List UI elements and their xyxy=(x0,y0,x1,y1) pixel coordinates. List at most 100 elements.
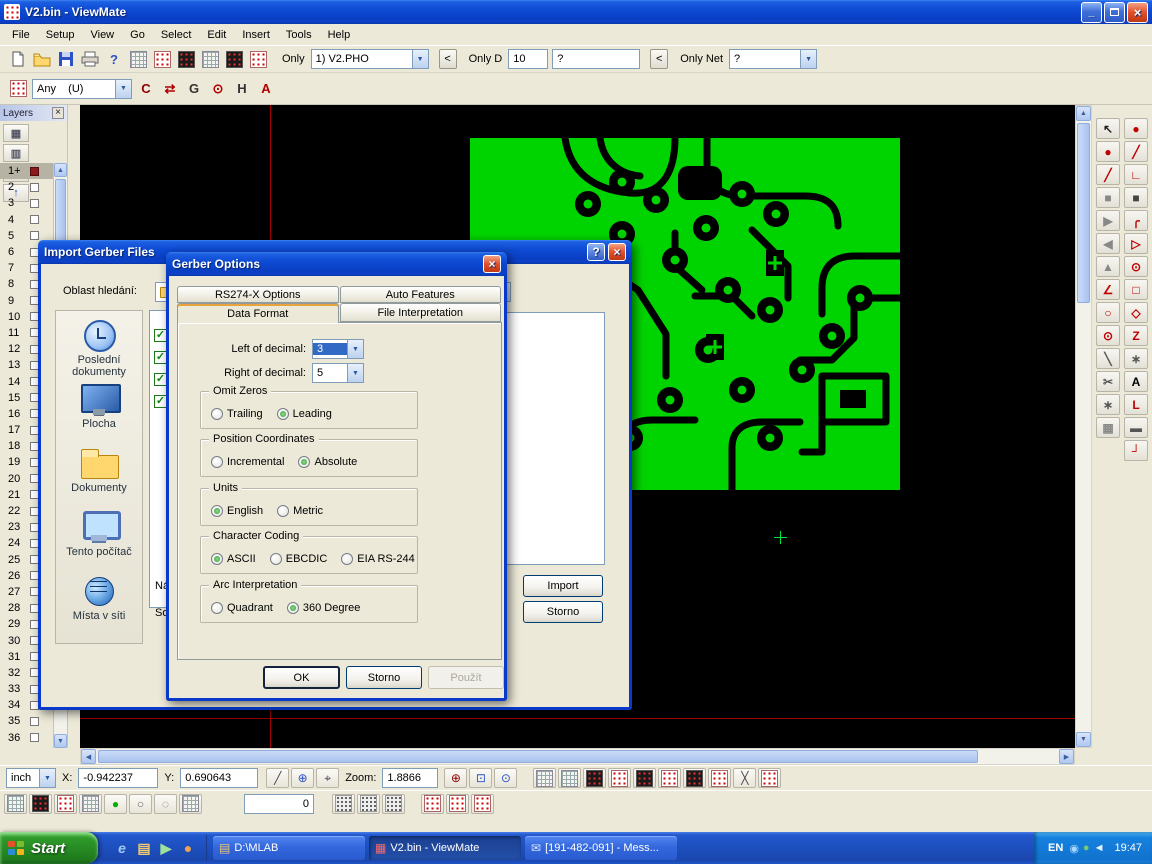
film-compare-3-icon[interactable] xyxy=(633,768,656,788)
start-button[interactable]: Start xyxy=(0,832,98,864)
draw-outline-icon[interactable]: □ xyxy=(1124,279,1148,300)
minimize-button[interactable]: _ xyxy=(1081,2,1102,23)
origin-target-icon[interactable]: ⊕ xyxy=(291,768,314,788)
tab-data-format[interactable]: Data Format xyxy=(177,303,339,323)
place-documents[interactable]: Dokumenty xyxy=(56,439,142,503)
dialog-close-button[interactable]: × xyxy=(483,255,501,273)
dialog-title-bar[interactable]: Gerber Options × xyxy=(166,252,507,276)
menu-go[interactable]: Go xyxy=(122,26,153,44)
layers-scrollbar-thumb[interactable] xyxy=(55,179,66,249)
draw-rect-icon[interactable]: ■ xyxy=(1124,187,1148,208)
cut-tool-icon[interactable]: ✂ xyxy=(1096,371,1120,392)
menu-edit[interactable]: Edit xyxy=(199,26,234,44)
horizontal-scrollbar[interactable]: ◀ ▶ xyxy=(80,748,1075,765)
restore-button[interactable] xyxy=(1104,2,1125,23)
scroll-right-icon[interactable]: ▶ xyxy=(1059,749,1074,764)
grid-config-icon[interactable] xyxy=(4,794,27,814)
line-select-icon[interactable]: ╱ xyxy=(1096,164,1120,185)
draw-burst-icon[interactable]: ∗ xyxy=(1124,348,1148,369)
layer-row-35[interactable]: 35 xyxy=(0,713,54,729)
dcode-value-field[interactable]: 10 xyxy=(508,49,548,69)
layer-color-swatch[interactable] xyxy=(30,183,39,192)
dcode-highlight-button[interactable]: C xyxy=(134,78,158,100)
clock[interactable]: 19:47 xyxy=(1114,842,1142,854)
dot-pattern-3-icon[interactable] xyxy=(382,794,405,814)
zoom-all-icon[interactable]: ⊙ xyxy=(494,768,517,788)
probe-off-icon[interactable]: ○ xyxy=(129,794,152,814)
count-field[interactable]: 0 xyxy=(244,794,314,814)
tray-update-icon[interactable]: ● xyxy=(1083,842,1090,854)
layer-row-1-[interactable]: 1+ xyxy=(0,163,54,179)
radio-quadrant[interactable]: Quadrant xyxy=(211,602,273,614)
dot-pattern-1-icon[interactable] xyxy=(332,794,355,814)
aperture-editor-icon[interactable] xyxy=(150,48,174,70)
layer-row-36[interactable]: 36 xyxy=(0,730,54,746)
scroll-up-icon[interactable]: ▲ xyxy=(1076,106,1091,121)
tab-file-interpretation[interactable]: File Interpretation xyxy=(340,303,502,322)
taskbar-task-viewmate[interactable]: ▦V2.bin - ViewMate xyxy=(369,836,521,860)
quick-launch-ie-icon[interactable]: e xyxy=(112,838,132,858)
vertical-scrollbar[interactable]: ▲ ▼ xyxy=(1075,105,1092,748)
draw-corner-icon[interactable]: ∟ xyxy=(1124,164,1148,185)
measure-distance-icon[interactable]: ╱ xyxy=(266,768,289,788)
dialog-help-button[interactable]: ? xyxy=(587,243,605,261)
radio-ascii[interactable]: ASCII xyxy=(211,553,256,565)
cancel-button[interactable]: Storno xyxy=(523,601,603,623)
highlight-net-button[interactable]: H xyxy=(230,78,254,100)
layer-color-swatch[interactable] xyxy=(30,733,39,742)
dcode-query-field[interactable]: ? xyxy=(552,49,640,69)
scroll-down-icon[interactable]: ▼ xyxy=(54,734,67,748)
board-setup-icon[interactable] xyxy=(198,48,222,70)
previous-layer-button[interactable]: < xyxy=(439,49,457,69)
tab-rs274-x-options[interactable]: RS274-X Options xyxy=(177,286,339,303)
layer-row-4[interactable]: 4 xyxy=(0,212,54,228)
dcode-filter-combo[interactable]: Any (U) ▼ xyxy=(32,79,132,99)
place-network-places[interactable]: Místa v síti xyxy=(56,567,142,631)
layer-file-combo[interactable]: 1) V2.PHO ▼ xyxy=(311,49,429,69)
corner2-tool-icon[interactable]: ┘ xyxy=(1124,440,1148,461)
language-indicator[interactable]: EN xyxy=(1048,842,1063,854)
layer-color-swatch[interactable] xyxy=(30,199,39,208)
layer-overlay-icon[interactable] xyxy=(708,768,731,788)
radio-english[interactable]: English xyxy=(211,505,263,517)
radio-metric[interactable]: Metric xyxy=(277,505,323,517)
quick-launch-explorer-icon[interactable]: ▤ xyxy=(134,838,154,858)
units-combo[interactable]: inch ▼ xyxy=(6,768,56,788)
open-file-icon[interactable] xyxy=(30,48,54,70)
pad-tool-icon[interactable]: ⊙ xyxy=(1096,325,1120,346)
menu-setup[interactable]: Setup xyxy=(38,26,83,44)
draw-line-icon[interactable]: ╱ xyxy=(1124,141,1148,162)
layers-grid-button[interactable]: ▦ xyxy=(3,124,29,142)
zoom-window-icon[interactable]: ⊡ xyxy=(469,768,492,788)
context-help-icon[interactable]: ? xyxy=(102,48,126,70)
quick-launch-player-icon[interactable]: ▶ xyxy=(156,838,176,858)
place-recent-documents[interactable]: Poslední dokumenty xyxy=(56,311,142,375)
layer-row-2[interactable]: 2 xyxy=(0,179,54,195)
close-button[interactable]: × xyxy=(1127,2,1148,23)
group-select-button[interactable]: G xyxy=(182,78,206,100)
layer-row-3[interactable]: 3 xyxy=(0,195,54,211)
right-decimal-combo[interactable]: 5 ▼ xyxy=(312,363,364,383)
layer-color-swatch[interactable] xyxy=(30,215,39,224)
scroll-down-icon[interactable]: ▼ xyxy=(1076,732,1091,747)
ok-button[interactable]: OK xyxy=(263,666,340,689)
zoom-in-icon[interactable]: ⊕ xyxy=(444,768,467,788)
chevron-down-icon[interactable]: ▼ xyxy=(39,769,55,787)
radio-absolute[interactable]: Absolute xyxy=(298,456,357,468)
layer-color-swatch[interactable] xyxy=(30,167,39,176)
ready-led-icon[interactable]: ● xyxy=(104,794,127,814)
menu-help[interactable]: Help xyxy=(320,26,359,44)
anchor-icon[interactable]: ⌖ xyxy=(316,768,339,788)
sketch-mode-icon[interactable] xyxy=(758,768,781,788)
draw-diamond-icon[interactable]: ◇ xyxy=(1124,302,1148,323)
radio-leading[interactable]: Leading xyxy=(277,408,332,420)
horizontal-scrollbar-thumb[interactable] xyxy=(98,750,978,763)
negative-film-icon[interactable] xyxy=(222,48,246,70)
chevron-down-icon[interactable]: ▼ xyxy=(412,50,428,68)
grid-toggle-icon[interactable] xyxy=(533,768,556,788)
menu-tools[interactable]: Tools xyxy=(278,26,320,44)
place-my-computer[interactable]: Tento počítač xyxy=(56,503,142,567)
probe-on-icon[interactable]: ◌ xyxy=(154,794,177,814)
snap-grid-icon[interactable] xyxy=(179,794,202,814)
film-compare-1-icon[interactable] xyxy=(583,768,606,788)
